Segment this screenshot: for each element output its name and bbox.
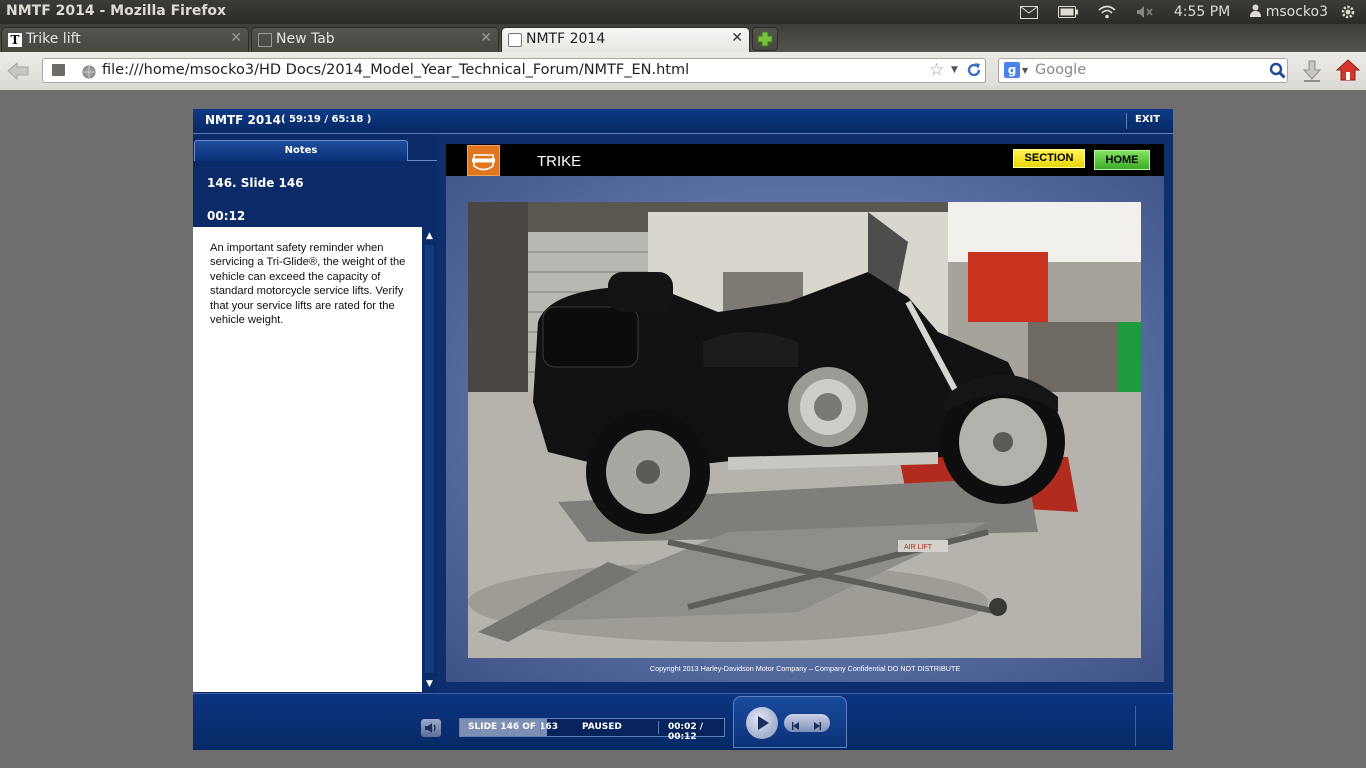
url-bar[interactable]: file:///home/msocko3/HD Docs/2014_Model_… — [42, 58, 986, 83]
tab-label: Trike lift — [26, 31, 81, 47]
notes-text: An important safety reminder when servic… — [210, 242, 406, 327]
user-icon — [1250, 4, 1262, 17]
url-text: file:///home/msocko3/HD Docs/2014_Model_… — [102, 62, 690, 78]
play-icon — [758, 716, 769, 730]
search-placeholder: Google — [1035, 62, 1087, 78]
lift-label: AIR LIFT — [904, 544, 933, 551]
notes-scrollbar[interactable]: ▲ ▼ — [422, 227, 437, 692]
slide-section-title: TRIKE — [537, 153, 582, 170]
divider — [407, 160, 437, 161]
volume-muted-icon[interactable] — [1136, 5, 1154, 19]
slide-time: 00:02 / 00:12 — [668, 722, 704, 742]
tab-label: NMTF 2014 — [526, 31, 606, 47]
gear-icon[interactable] — [1340, 4, 1356, 20]
downloads-icon[interactable] — [1302, 60, 1322, 86]
tab-close-icon[interactable]: ✕ — [731, 30, 743, 46]
scrollbar-track[interactable] — [425, 245, 434, 673]
harley-davidson-logo — [467, 145, 500, 176]
back-button[interactable] — [6, 60, 30, 82]
tab-new-tab[interactable]: New Tab ✕ — [251, 27, 499, 52]
next-icon — [814, 722, 821, 730]
divider — [540, 721, 541, 734]
tab-close-icon[interactable]: ✕ — [230, 30, 242, 46]
scroll-down-arrow-icon[interactable]: ▼ — [422, 677, 437, 691]
previous-icon — [792, 722, 799, 730]
playback-controls: SLIDE 146 OF 163 PAUSED 00:02 / 00:12 — [193, 693, 1173, 750]
history-dropdown-icon[interactable]: ▼ — [951, 65, 958, 75]
navigation-toolbar: file:///home/msocko3/HD Docs/2014_Model_… — [0, 52, 1366, 91]
speaker-icon — [425, 723, 436, 733]
slide-header-bar: TRIKE SECTION HOME — [446, 144, 1164, 176]
volume-button[interactable] — [421, 719, 441, 737]
os-top-panel: NMTF 2014 - Mozilla Firefox 4:55 PM msoc… — [0, 0, 1366, 24]
divider — [1135, 706, 1136, 746]
player-elapsed-time: ( 59:19 / 65:18 ) — [281, 114, 372, 125]
playback-status-bar[interactable]: SLIDE 146 OF 163 PAUSED 00:02 / 00:12 — [459, 718, 725, 742]
tab-nmtf-2014[interactable]: NMTF 2014 ✕ — [501, 27, 750, 52]
home-button[interactable]: HOME — [1094, 150, 1150, 170]
player-title: NMTF 2014 — [205, 113, 281, 127]
mail-icon[interactable] — [1019, 5, 1038, 19]
exit-button[interactable]: EXIT — [1135, 114, 1160, 125]
clock-label[interactable]: 4:55 PM — [1174, 4, 1230, 20]
divider — [658, 721, 659, 734]
play-button[interactable] — [746, 707, 778, 739]
previous-slide-button[interactable] — [790, 717, 802, 736]
slide-nav-pill — [784, 714, 830, 732]
slide-counter: SLIDE 146 OF 163 — [468, 722, 558, 732]
t-favicon-icon: T — [8, 33, 22, 47]
globe-icon[interactable] — [82, 64, 96, 83]
playback-state: PAUSED — [582, 722, 622, 732]
tab-label: New Tab — [276, 31, 335, 47]
google-engine-icon[interactable]: g — [1004, 62, 1020, 78]
page-favicon-icon — [258, 33, 272, 47]
page-favicon-icon — [508, 33, 522, 47]
engine-dropdown-icon[interactable]: ▼ — [1022, 66, 1028, 75]
notes-sidebar: Notes 146. Slide 146 00:12 An important … — [193, 134, 437, 694]
slide-canvas: TRIKE SECTION HOME AIR LIFT Copyright 20… — [446, 144, 1164, 682]
current-slide-duration: 00:12 — [207, 209, 246, 223]
divider — [1126, 113, 1127, 129]
plus-icon — [757, 31, 773, 47]
back-arrow-icon — [7, 61, 29, 81]
copyright-notice: Copyright 2013 Harley-Davidson Motor Com… — [649, 664, 961, 673]
home-icon[interactable] — [1335, 58, 1361, 86]
tab-trike-lift[interactable]: T Trike lift ✕ — [1, 27, 249, 52]
search-icon[interactable] — [1269, 62, 1286, 83]
section-button[interactable]: SECTION — [1013, 149, 1085, 168]
user-menu[interactable]: msocko3 — [1250, 4, 1328, 20]
next-slide-button[interactable] — [811, 717, 823, 736]
tab-strip: T Trike lift ✕ New Tab ✕ NMTF 2014 ✕ — [0, 24, 1366, 52]
tab-close-icon[interactable]: ✕ — [480, 30, 492, 46]
current-slide-title: 146. Slide 146 — [207, 176, 304, 190]
presentation-player: NMTF 2014 ( 59:19 / 65:18 ) EXIT Notes 1… — [193, 109, 1173, 750]
battery-icon[interactable] — [1057, 6, 1078, 18]
play-control-pod — [733, 696, 847, 748]
tab-notes[interactable]: Notes — [194, 140, 408, 161]
bookmarks-toolbar-icon[interactable] — [52, 64, 65, 76]
search-bar[interactable]: g ▼ Google — [998, 58, 1288, 83]
scroll-up-arrow-icon[interactable]: ▲ — [422, 229, 437, 243]
new-tab-button[interactable] — [752, 27, 778, 51]
bookmark-star-icon[interactable]: ☆ — [929, 60, 944, 80]
trike-on-lift-photo: AIR LIFT — [468, 202, 1141, 658]
indicator-area: 4:55 PM msocko3 — [1010, 0, 1366, 24]
wifi-icon[interactable] — [1098, 5, 1116, 19]
user-name: msocko3 — [1265, 4, 1328, 20]
window-title: NMTF 2014 - Mozilla Firefox — [6, 3, 227, 19]
notes-panel: An important safety reminder when servic… — [193, 227, 422, 692]
reload-icon[interactable] — [965, 61, 983, 83]
player-header: NMTF 2014 ( 59:19 / 65:18 ) EXIT — [193, 109, 1173, 134]
